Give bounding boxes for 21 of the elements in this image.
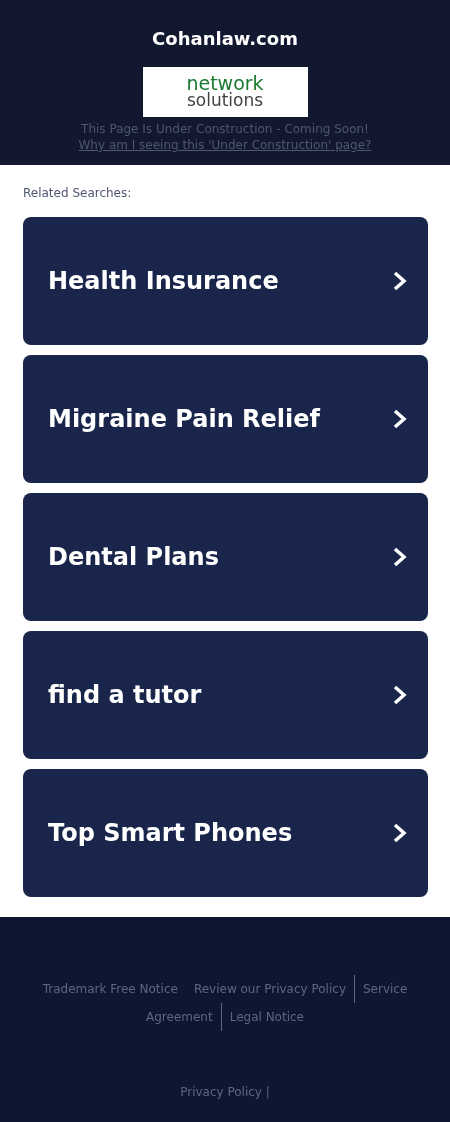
construction-notice: This Page Is Under Construction - Coming Soon! — [81, 121, 369, 137]
chevron-icon — [392, 408, 408, 430]
search-link-card[interactable]: Top Smart Phones — [23, 769, 428, 897]
section-heading: Related Searches: — [23, 185, 133, 201]
footer-link[interactable]: Privacy Policy | — [180, 1085, 270, 1099]
chevron-icon — [392, 270, 408, 292]
search-link-card[interactable]: Dental Plans — [23, 493, 428, 621]
search-link-card[interactable]: Migraine Pain Relief — [23, 355, 428, 483]
search-link-card[interactable]: Health Insurance — [23, 217, 428, 345]
chevron-icon — [392, 684, 408, 706]
footer-link[interactable]: Trademark Free Notice — [34, 975, 186, 1003]
chevron-icon — [392, 822, 408, 844]
logo: network solutions — [142, 67, 308, 117]
footer-link[interactable]: Legal Notice — [220, 1003, 312, 1031]
footer-link[interactable]: Service — [354, 975, 416, 1003]
info-link[interactable]: Why am I seeing this 'Under Construction' page? — [78, 137, 372, 153]
chevron-icon — [392, 546, 408, 568]
search-link-card[interactable]: find a tutor — [23, 631, 428, 759]
site-title: Cohanlaw.com — [152, 27, 298, 51]
footer-link[interactable]: Agreement — [138, 1003, 221, 1031]
footer-link[interactable]: Review our Privacy Policy — [185, 975, 354, 1003]
